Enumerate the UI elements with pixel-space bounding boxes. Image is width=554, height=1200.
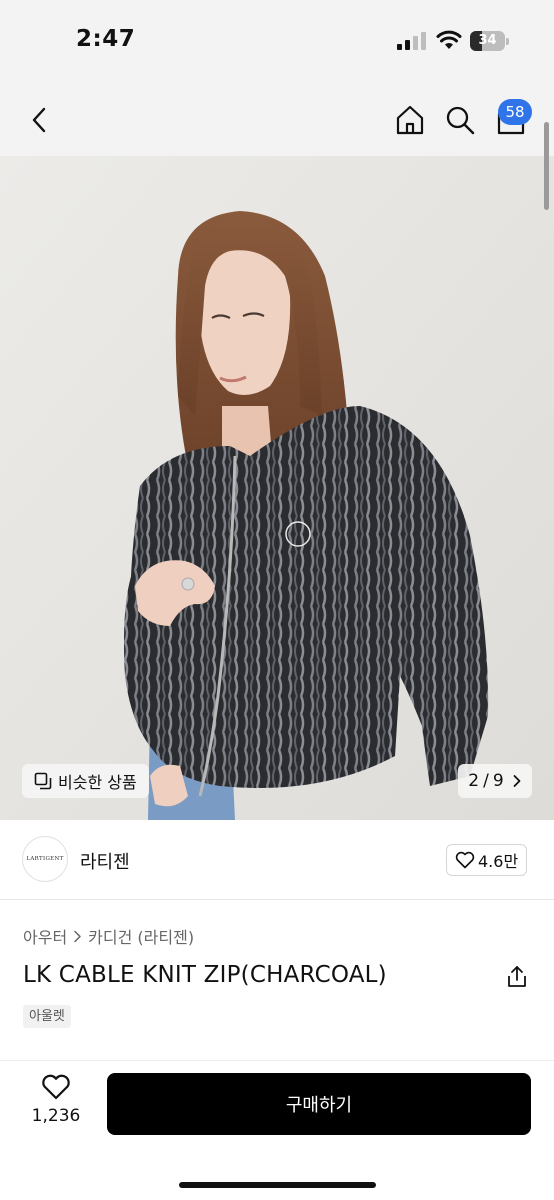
chevron-right-icon [513, 775, 521, 787]
similar-products-button[interactable]: 비슷한 상품 [22, 764, 149, 798]
scroll-indicator[interactable] [544, 122, 549, 210]
chevron-left-icon [32, 107, 46, 133]
similar-products-label: 비슷한 상품 [58, 773, 137, 792]
brand-logo[interactable]: LARTIGENT [22, 836, 68, 882]
home-indicator [179, 1182, 376, 1188]
wishlist-button[interactable]: 1,236 [22, 1074, 90, 1134]
breadcrumb: 아우터 카디건 (라티젠) [23, 924, 194, 948]
buy-button[interactable]: 구매하기 [107, 1073, 531, 1135]
outlet-tag: 아울렛 [23, 1005, 71, 1028]
heart-icon [42, 1074, 70, 1100]
wishlist-count: 1,236 [31, 1106, 81, 1126]
battery-level: 34 [478, 33, 497, 48]
cellular-signal-icon [397, 32, 426, 50]
product-title: LK CABLE KNIT ZIP(CHARCOAL) [23, 962, 387, 988]
search-button[interactable] [440, 100, 480, 140]
image-page-indicator[interactable]: 2 / 9 [458, 764, 532, 798]
wifi-icon [436, 30, 462, 49]
heart-icon [455, 851, 475, 869]
chevron-right-icon [74, 930, 81, 942]
status-bar: 2:47 34 [0, 0, 554, 84]
brand-name[interactable]: 라티젠 [80, 848, 130, 874]
product-photo [0, 156, 554, 820]
share-button[interactable] [504, 964, 530, 990]
similar-products-icon [34, 772, 52, 790]
back-button[interactable] [20, 100, 60, 140]
top-nav [0, 84, 554, 156]
home-icon [396, 105, 424, 135]
cart-count-badge: 58 [498, 99, 532, 125]
total-pages: 9 [492, 771, 504, 791]
home-button[interactable] [390, 100, 430, 140]
brand-logo-text: LARTIGENT [26, 856, 64, 862]
share-icon [508, 966, 526, 987]
breadcrumb-item-subcategory[interactable]: 카디건 (라티젠) [88, 924, 194, 948]
page-separator: / [483, 771, 489, 791]
battery-icon: 34 [470, 31, 510, 51]
current-page: 2 [468, 771, 480, 791]
product-image[interactable] [0, 156, 554, 820]
brand-like-count: 4.6만 [478, 852, 519, 871]
search-icon [446, 106, 475, 135]
brand-row: LARTIGENT 라티젠 4.6만 [0, 820, 554, 900]
status-time: 2:47 [76, 26, 136, 52]
breadcrumb-item-category[interactable]: 아우터 [23, 924, 67, 948]
brand-like-button[interactable]: 4.6만 [446, 844, 528, 876]
